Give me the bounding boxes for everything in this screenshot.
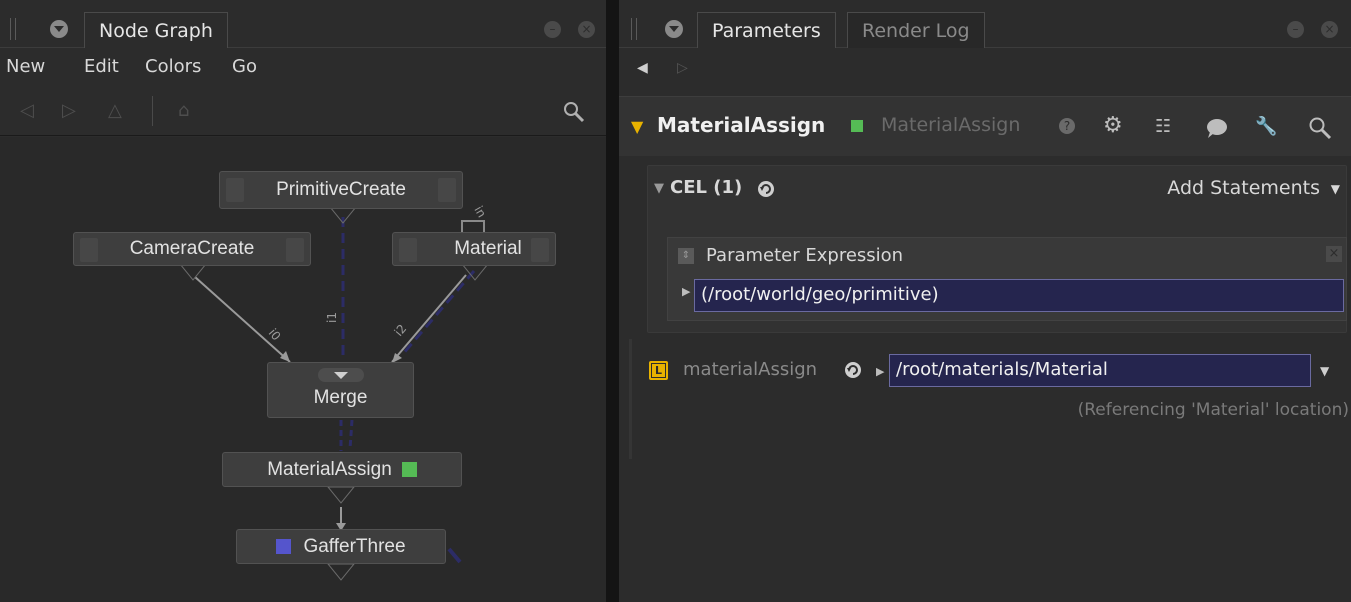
node-port[interactable] [226, 178, 244, 202]
collapse-icon[interactable]: ▼ [654, 181, 664, 196]
node-label: Merge [313, 387, 368, 408]
forward-icon[interactable]: ▷ [62, 100, 76, 121]
tab-node-graph[interactable]: Node Graph [84, 12, 228, 48]
parameter-expression-title: Parameter Expression [706, 245, 904, 266]
node-label: GafferThree [303, 535, 406, 557]
expand-icon[interactable]: ▶ [876, 365, 884, 378]
pane-menu-icon[interactable] [50, 20, 68, 38]
tab-render-log[interactable]: Render Log [847, 12, 985, 48]
local-badge[interactable]: L [649, 361, 668, 380]
reset-icon[interactable] [843, 360, 863, 380]
node-merge[interactable]: Merge [267, 362, 414, 418]
help-icon[interactable]: ? [1059, 118, 1075, 134]
chevron-down-icon[interactable]: ▼ [1331, 182, 1340, 196]
remove-icon[interactable]: × [1326, 246, 1342, 262]
search-icon[interactable] [1307, 115, 1333, 141]
node-port[interactable] [531, 238, 549, 262]
pane-menu-icon[interactable] [665, 20, 683, 38]
node-name-label[interactable]: MaterialAssign [657, 113, 825, 137]
node-gaffer-three[interactable]: GafferThree [236, 529, 446, 564]
back-icon[interactable]: ◀ [637, 60, 648, 76]
forward-icon[interactable]: ▷ [677, 60, 688, 76]
local-badge-label: L [651, 363, 666, 378]
node-graph-canvas[interactable]: i0 i1 i2 in PrimitiveCreate CameraCreate… [0, 137, 606, 602]
pane-splitter[interactable] [606, 0, 619, 602]
add-statements-button[interactable]: Add Statements [1167, 177, 1320, 199]
hierarchy-icon[interactable]: ☷ [1155, 116, 1171, 137]
edge-label-i1: i1 [325, 312, 339, 323]
referencing-note: (Referencing 'Material' location) [1077, 400, 1349, 420]
minimize-icon[interactable]: – [1287, 21, 1304, 38]
chevron-down-icon[interactable] [318, 368, 364, 382]
node-port[interactable] [286, 238, 304, 262]
node-color-swatch [276, 539, 292, 554]
node-port[interactable] [438, 178, 456, 202]
parameters-pane: Parameters Render Log – × ◀ ▷ ▼ Material… [619, 0, 1351, 602]
node-header: ▼ MaterialAssign MaterialAssign ? ⚙ ☷ 🔧 [619, 96, 1351, 156]
parameters-tabbar: Parameters Render Log – × [619, 0, 1351, 48]
parameter-expression: ⇕ Parameter Expression × ▶ (/root/world/… [667, 237, 1347, 321]
status-badge [851, 120, 863, 132]
history-nav: ◀ ▷ [619, 50, 1351, 94]
menu-go[interactable]: Go [232, 56, 257, 77]
node-type-label: MaterialAssign [881, 114, 1021, 136]
up-icon[interactable]: △ [108, 100, 122, 121]
node-label: MaterialAssign [267, 458, 392, 480]
collapse-icon[interactable]: ▼ [631, 117, 643, 136]
node-camera-create[interactable]: CameraCreate [73, 232, 311, 266]
material-path-field[interactable]: /root/materials/Material [889, 354, 1311, 387]
expand-icon[interactable]: ▶ [682, 285, 690, 298]
chevron-down-icon[interactable]: ▼ [1320, 364, 1329, 378]
comment-icon[interactable] [1205, 117, 1229, 139]
node-port[interactable] [399, 238, 417, 262]
material-assign-label: materialAssign [683, 359, 818, 380]
search-icon[interactable] [562, 100, 586, 124]
node-color-swatch [401, 462, 417, 477]
home-icon[interactable]: ⌂ [178, 100, 189, 121]
cel-title[interactable]: CEL (1) [670, 177, 742, 198]
pane-grip[interactable] [10, 18, 16, 40]
node-label: Material [454, 238, 522, 259]
node-graph-tabbar: Node Graph – × [0, 0, 606, 48]
node-label: CameraCreate [129, 238, 255, 259]
toolbar-divider [152, 96, 153, 126]
group-indent-bar [629, 339, 632, 459]
close-icon[interactable]: × [578, 21, 595, 38]
node-material[interactable]: Material [392, 232, 556, 266]
node-label: PrimitiveCreate [276, 179, 406, 200]
node-material-assign[interactable]: MaterialAssign [222, 452, 462, 487]
edge-label-in: in [471, 204, 489, 220]
node-graph-pane: Node Graph – × New Edit Colors Go ◁ ▷ △ … [0, 0, 606, 602]
menu-edit[interactable]: Edit [84, 56, 119, 77]
node-primitive-create[interactable]: PrimitiveCreate [219, 171, 463, 209]
drag-handle-icon[interactable]: ⇕ [678, 248, 694, 264]
pane-grip[interactable] [631, 18, 637, 40]
edge-label-i2: i2 [392, 322, 410, 339]
menu-new[interactable]: New [6, 56, 45, 77]
node-graph-toolbar: ◁ ▷ △ ⌂ [0, 88, 606, 136]
gear-icon[interactable]: ⚙ [1103, 113, 1123, 138]
wrench-icon[interactable]: 🔧 [1255, 116, 1277, 137]
minimize-icon[interactable]: – [544, 21, 561, 38]
reset-icon[interactable] [756, 179, 776, 199]
node-port[interactable] [80, 238, 98, 262]
back-icon[interactable]: ◁ [20, 100, 34, 121]
tab-parameters[interactable]: Parameters [697, 12, 836, 48]
close-icon[interactable]: × [1321, 21, 1338, 38]
expression-field[interactable]: (/root/world/geo/primitive) [694, 279, 1344, 312]
menu-colors[interactable]: Colors [145, 56, 201, 77]
node-graph-menubar: New Edit Colors Go [0, 52, 606, 86]
edge-label-i0: i0 [266, 326, 284, 343]
